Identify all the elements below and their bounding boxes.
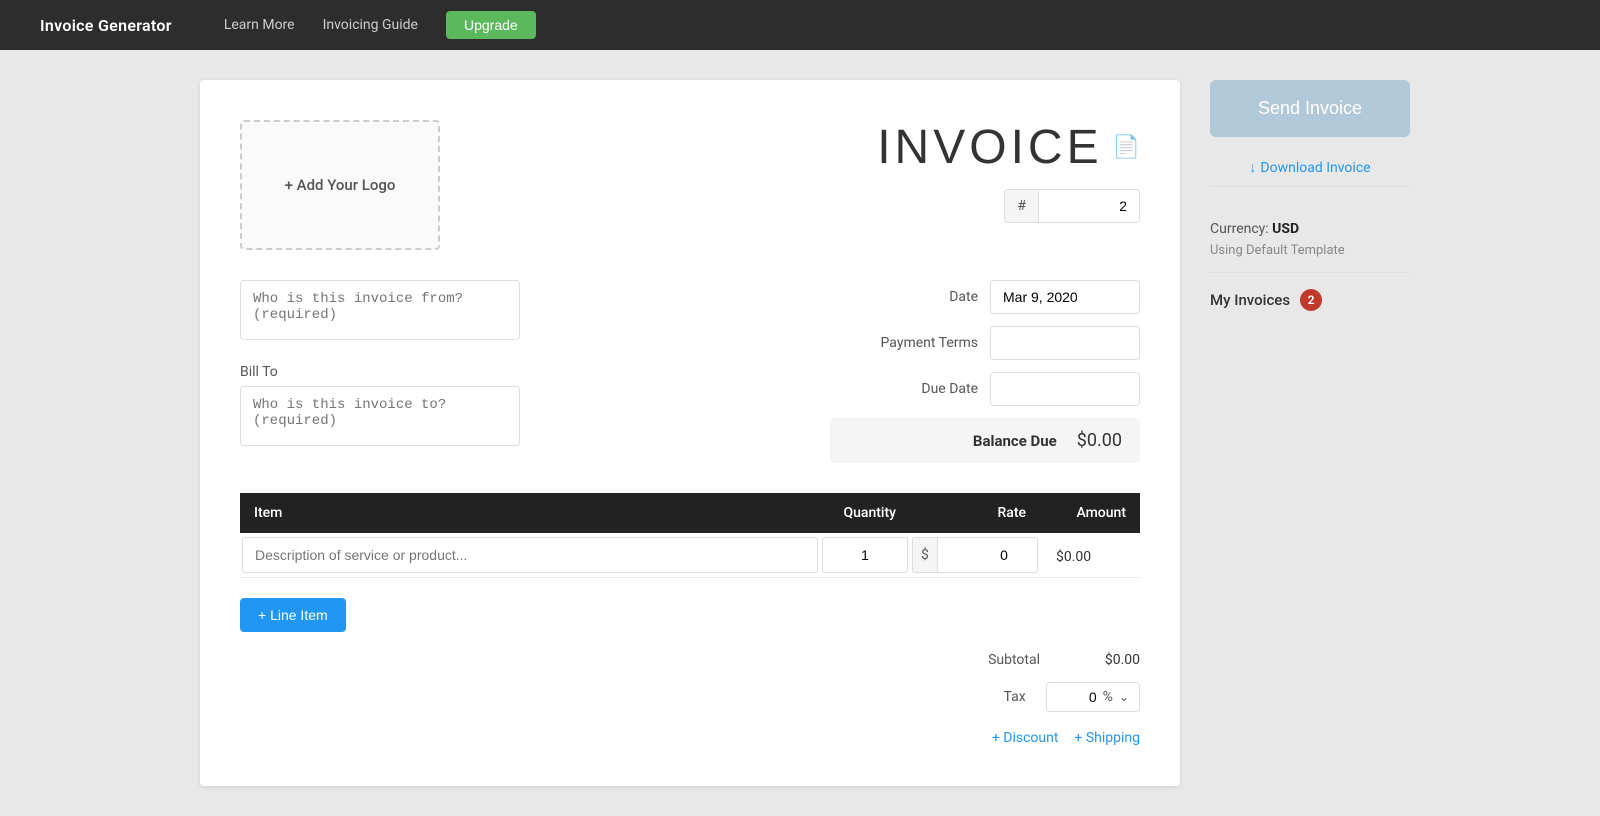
date-row: Date	[858, 280, 1140, 314]
invoice-card: + Add Your Logo INVOICE 📄 # Bi	[200, 80, 1180, 786]
invoice-icon: 📄	[1113, 135, 1140, 160]
logo-placeholder-text: + Add Your Logo	[285, 176, 396, 194]
tax-row: Tax % ⌄	[1004, 682, 1140, 712]
upgrade-button[interactable]: Upgrade	[446, 11, 536, 39]
left-fields: Bill To	[240, 280, 830, 463]
date-label: Date	[858, 289, 978, 305]
currency-value: USD	[1272, 221, 1299, 237]
date-input[interactable]	[990, 280, 1140, 314]
balance-due-row: Balance Due $0.00	[830, 418, 1140, 463]
shipping-link[interactable]: + Shipping	[1074, 730, 1140, 746]
rate-prefix: $	[913, 538, 938, 572]
bill-to-label: Bill To	[240, 364, 830, 380]
my-invoices-row: My Invoices 2	[1210, 273, 1410, 327]
navbar: Invoice Generator Learn More Invoicing G…	[0, 0, 1600, 50]
nav-learn-more[interactable]: Learn More	[224, 17, 295, 33]
table-header: Item Quantity Rate Amount	[240, 493, 1140, 533]
rate-input[interactable]	[938, 538, 1018, 572]
add-line-item-button[interactable]: + Line Item	[240, 598, 346, 632]
nav-links: Learn More Invoicing Guide Upgrade	[224, 11, 536, 39]
balance-due-label: Balance Due	[848, 432, 1057, 450]
tax-chevron-icon[interactable]: ⌄	[1119, 690, 1129, 704]
due-date-row: Due Date	[858, 372, 1140, 406]
col-rate: Rate	[910, 493, 1040, 533]
items-table: Item Quantity Rate Amount $	[240, 493, 1140, 578]
download-invoice-label: Download Invoice	[1260, 160, 1370, 176]
send-invoice-button[interactable]: Send Invoice	[1210, 80, 1410, 137]
payment-terms-input[interactable]	[990, 326, 1140, 360]
tax-input-wrapper: % ⌄	[1046, 682, 1140, 712]
item-amount-value: $0.00	[1042, 540, 1105, 574]
right-fields: Date Payment Terms Due Date Balance Due …	[830, 280, 1140, 463]
invoice-number-input[interactable]	[1039, 190, 1139, 222]
from-section	[240, 280, 830, 344]
invoice-title-section: INVOICE 📄 #	[877, 120, 1140, 223]
rate-cell-wrapper: $	[912, 537, 1038, 573]
my-invoices-badge: 2	[1300, 289, 1322, 311]
currency-row: Currency: USD	[1210, 221, 1410, 237]
item-qty-input[interactable]	[822, 537, 908, 573]
my-invoices-label: My Invoices	[1210, 291, 1290, 309]
payment-terms-row: Payment Terms	[858, 326, 1140, 360]
item-desc-cell	[240, 533, 820, 578]
subtotal-value: $0.00	[1060, 652, 1140, 668]
download-icon: ↓	[1249, 159, 1256, 176]
table-row: $ $0.00	[240, 533, 1140, 578]
item-rate-cell: $	[910, 533, 1040, 578]
bill-section: Bill To	[240, 364, 830, 450]
sidebar: Send Invoice ↓ Download Invoice Currency…	[1180, 80, 1400, 786]
subtotal-row: Subtotal $0.00	[960, 652, 1140, 668]
invoice-title: INVOICE 📄	[877, 120, 1140, 175]
item-qty-cell	[820, 533, 910, 578]
totals-section: Subtotal $0.00 Tax % ⌄ + Discount + Ship…	[240, 652, 1140, 746]
middle-section: Bill To Date Payment Terms Due Date	[240, 280, 1140, 463]
invoice-header: + Add Your Logo INVOICE 📄 #	[240, 120, 1140, 250]
logo-upload-area[interactable]: + Add Your Logo	[240, 120, 440, 250]
item-desc-input[interactable]	[242, 537, 818, 573]
payment-terms-label: Payment Terms	[858, 335, 978, 351]
currency-section: Currency: USD Using Default Template	[1210, 207, 1410, 273]
col-quantity: Quantity	[820, 493, 910, 533]
invoice-hash: #	[1005, 190, 1039, 222]
currency-label: Currency:	[1210, 221, 1269, 237]
tax-input[interactable]	[1057, 689, 1097, 705]
col-amount: Amount	[1040, 493, 1140, 533]
due-date-input[interactable]	[990, 372, 1140, 406]
brand-name: Invoice Generator	[40, 16, 172, 35]
invoice-word: INVOICE	[877, 120, 1102, 175]
download-invoice-link[interactable]: ↓ Download Invoice	[1210, 149, 1410, 187]
discount-shipping-row: + Discount + Shipping	[992, 730, 1140, 746]
invoice-number-row: #	[1004, 189, 1140, 223]
bill-to-input[interactable]	[240, 386, 520, 446]
template-label: Using Default Template	[1210, 243, 1410, 258]
table-body: $ $0.00	[240, 533, 1140, 578]
main-layout: + Add Your Logo INVOICE 📄 # Bi	[0, 50, 1600, 816]
item-amount-cell: $0.00	[1040, 533, 1140, 578]
tax-percent-symbol: %	[1103, 689, 1113, 705]
subtotal-label: Subtotal	[960, 652, 1040, 668]
tax-label: Tax	[1004, 689, 1026, 705]
due-date-label: Due Date	[858, 381, 978, 397]
discount-link[interactable]: + Discount	[992, 730, 1059, 746]
nav-invoicing-guide[interactable]: Invoicing Guide	[323, 17, 418, 33]
from-input[interactable]	[240, 280, 520, 340]
balance-due-amount: $0.00	[1077, 430, 1122, 451]
col-item: Item	[240, 493, 820, 533]
